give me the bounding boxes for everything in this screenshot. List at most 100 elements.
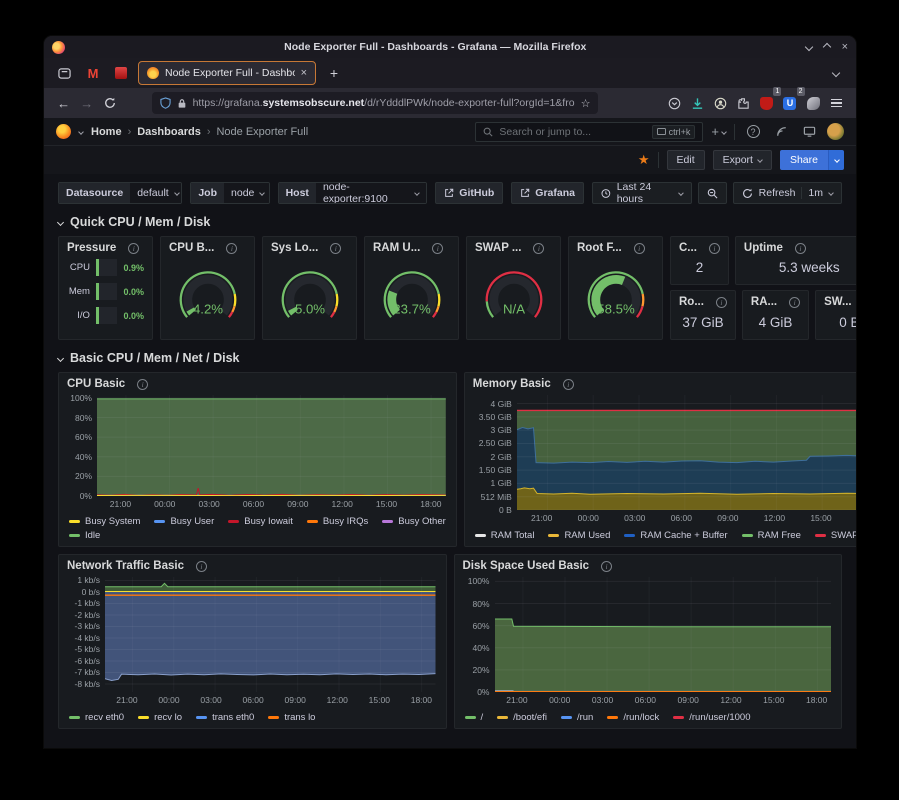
panel-title[interactable]: Sys Lo... (271, 242, 318, 254)
legend-item[interactable]: RAM Free (742, 530, 801, 541)
github-link-button[interactable]: GitHub (435, 182, 503, 204)
panel-title[interactable]: SW... (824, 296, 851, 308)
window-maximize-icon[interactable] (822, 43, 830, 51)
legend-item[interactable]: Busy IRQs (307, 516, 368, 527)
legend-item[interactable]: Busy Iowait (228, 516, 293, 527)
gauge-cpu-busy[interactable]: 4.2% (161, 255, 254, 339)
forward-button[interactable]: → (77, 91, 96, 115)
panel-title[interactable]: RAM U... (373, 242, 420, 254)
section-basic-cpu-mem-net-disk[interactable]: Basic CPU / Mem / Net / Disk (58, 351, 842, 365)
gauge-root-fs[interactable]: 58.5% (569, 255, 662, 339)
grafana-link-button[interactable]: Grafana (511, 182, 584, 204)
gauge-ram-used[interactable]: 23.7% (365, 255, 458, 339)
gauge-sys-load[interactable]: 5.0% (263, 255, 356, 339)
panel-title[interactable]: SWAP ... (475, 242, 521, 254)
breadcrumb-dashboards[interactable]: Dashboards (137, 126, 201, 138)
monitor-icon[interactable] (799, 122, 819, 142)
back-button[interactable]: ← (54, 91, 73, 115)
legend-item[interactable]: /boot/efi (497, 712, 547, 723)
legend-item[interactable]: recv eth0 (69, 712, 124, 723)
tab-close-icon[interactable]: × (301, 67, 307, 79)
info-icon[interactable]: i (128, 243, 139, 254)
info-icon[interactable]: i (196, 561, 207, 572)
panel-title[interactable]: Pressure (67, 242, 116, 254)
legend-item[interactable]: recv lo (138, 712, 182, 723)
time-range-picker[interactable]: Last 24 hours (592, 182, 692, 204)
panel-title[interactable]: CPU B... (169, 242, 214, 254)
host-picker[interactable]: Host node-exporter:9100 (278, 182, 428, 204)
list-tabs-icon[interactable] (824, 62, 848, 84)
info-icon[interactable]: i (137, 379, 148, 390)
panel-title[interactable]: Network Traffic Basic (67, 560, 184, 572)
pocket-icon[interactable] (664, 91, 683, 115)
edit-button[interactable]: Edit (667, 150, 705, 170)
legend-item[interactable]: RAM Cache + Buffer (624, 530, 727, 541)
share-dropdown-chevron[interactable] (828, 150, 844, 170)
pinned-tab-gmail[interactable]: M (82, 62, 104, 84)
extensions-puzzle-icon[interactable] (734, 91, 753, 115)
info-icon[interactable]: i (634, 243, 645, 254)
legend-item[interactable]: RAM Used (548, 530, 610, 541)
section-quick-cpu-mem-disk[interactable]: Quick CPU / Mem / Disk (58, 215, 842, 229)
user-avatar[interactable] (827, 123, 844, 140)
legend-item[interactable]: trans eth0 (196, 712, 254, 723)
panel-title[interactable]: C... (679, 242, 697, 254)
extension-gray-icon[interactable] (804, 91, 823, 115)
share-button[interactable]: Share (780, 150, 828, 170)
extension-red-icon[interactable]: 1 (757, 91, 776, 115)
reload-button[interactable] (100, 91, 119, 115)
legend-item[interactable]: trans lo (268, 712, 315, 723)
panel-title[interactable]: Memory Basic (473, 378, 551, 390)
info-icon[interactable]: i (330, 243, 341, 254)
job-picker[interactable]: Job node (190, 182, 269, 204)
info-icon[interactable]: i (563, 379, 574, 390)
datasource-picker[interactable]: Datasource default (58, 182, 182, 204)
tracking-shield-icon[interactable] (160, 97, 171, 109)
legend-item[interactable]: / (465, 712, 484, 723)
legend-item[interactable]: RAM Total (475, 530, 535, 541)
add-button[interactable]: + (711, 122, 726, 142)
search-input[interactable]: Search or jump to... ctrl+k (475, 122, 703, 142)
help-icon[interactable]: ? (743, 122, 763, 142)
breadcrumb-home[interactable]: Home (91, 126, 122, 138)
info-icon[interactable]: i (795, 243, 806, 254)
legend-item[interactable]: SWAP Used (815, 530, 856, 541)
info-icon[interactable]: i (709, 243, 720, 254)
legend-item[interactable]: /run (561, 712, 593, 723)
downloads-icon[interactable] (688, 91, 707, 115)
legend-item[interactable]: Busy Other (382, 516, 446, 527)
info-icon[interactable]: i (533, 243, 544, 254)
gauge-swap-used[interactable]: N/A (467, 255, 560, 339)
cpu-basic-chart[interactable] (97, 395, 446, 496)
extension-blue-icon[interactable]: U2 (780, 91, 799, 115)
pinned-tab-red[interactable] (110, 62, 132, 84)
active-tab[interactable]: Node Exporter Full - Dashbo × (138, 61, 316, 85)
account-icon[interactable] (711, 91, 730, 115)
network-traffic-chart[interactable] (105, 577, 436, 692)
lock-icon[interactable] (177, 98, 187, 109)
menu-hamburger-icon[interactable] (827, 91, 846, 115)
news-icon[interactable] (771, 122, 791, 142)
window-minimize-icon[interactable] (804, 43, 812, 51)
refresh-picker[interactable]: Refresh 1m (733, 182, 842, 204)
legend-item[interactable]: Busy System (69, 516, 140, 527)
legend-item[interactable]: /run/lock (607, 712, 659, 723)
favorite-star-icon[interactable]: ★ (638, 152, 650, 168)
info-icon[interactable]: i (226, 243, 237, 254)
disk-space-chart[interactable] (495, 577, 832, 692)
zoom-out-button[interactable] (698, 182, 727, 204)
grafana-logo-icon[interactable] (56, 124, 71, 139)
window-close-icon[interactable]: × (842, 41, 848, 53)
info-icon[interactable]: i (789, 297, 800, 308)
panel-title[interactable]: Root F... (577, 242, 622, 254)
legend-item[interactable]: Busy User (154, 516, 214, 527)
legend-item[interactable]: Idle (69, 530, 100, 541)
url-bar[interactable]: https://grafana.systemsobscure.net/d/rYd… (152, 92, 599, 114)
info-icon[interactable]: i (601, 561, 612, 572)
bookmark-star-icon[interactable]: ☆ (581, 97, 591, 110)
firefox-view-button[interactable] (52, 62, 76, 84)
panel-title[interactable]: Ro... (679, 296, 704, 308)
new-tab-button[interactable]: + (322, 62, 346, 84)
panel-title[interactable]: CPU Basic (67, 378, 125, 390)
info-icon[interactable]: i (432, 243, 443, 254)
